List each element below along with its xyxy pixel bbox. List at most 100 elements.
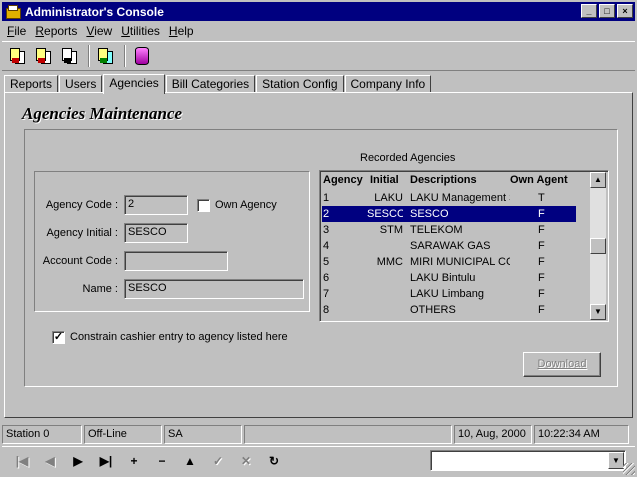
menu-bar: File Reports View Utilities Help (2, 22, 635, 40)
list-item[interactable]: 1 LAKU LAKU Management S T (322, 190, 576, 206)
nav-edit-button[interactable]: ▲ (176, 449, 204, 473)
tab-users[interactable]: Users (59, 75, 103, 93)
report-icon (35, 47, 53, 65)
row-own-agent: F (538, 256, 545, 268)
row-code: 2 (323, 208, 330, 220)
page-title: Agencies Maintenance (22, 104, 183, 123)
menu-help[interactable]: Help (164, 24, 198, 38)
tab-station-config[interactable]: Station Config (256, 75, 344, 93)
agency-code-label: Agency Code : (45, 199, 118, 211)
report-preview-icon (61, 47, 79, 65)
nav-cancel-button[interactable]: ✕ (232, 449, 260, 473)
scroll-thumb[interactable] (590, 238, 606, 254)
constrain-label: Constrain cashier entry to agency listed… (70, 331, 288, 343)
recorded-agencies-list[interactable]: Agency Initial Descriptions Own Agent 1 … (319, 170, 609, 322)
row-code: 3 (323, 224, 330, 236)
chevron-down-icon[interactable]: ▼ (608, 452, 624, 469)
row-own-agent: T (538, 192, 545, 204)
menu-reports[interactable]: Reports (30, 24, 81, 38)
report-icon (9, 47, 27, 65)
nav-first-button[interactable]: |◀ (8, 449, 36, 473)
row-code: 1 (323, 192, 330, 204)
nav-delete-button[interactable]: − (148, 449, 176, 473)
header-own-agent[interactable]: Own Agent (510, 174, 568, 186)
row-description: LAKU Management S (410, 192, 510, 204)
minimize-button[interactable]: _ (581, 4, 597, 18)
tab-reports[interactable]: Reports (4, 75, 59, 93)
maximize-button[interactable]: □ (599, 4, 615, 18)
list-item[interactable]: 7 LAKU Limbang F (322, 286, 576, 302)
navigator-combo[interactable]: ▼ (430, 450, 626, 471)
tab-strip: Reports Users Agencies Bill Categories S… (4, 73, 432, 94)
row-own-agent: F (538, 208, 545, 220)
status-mode: Off-Line (84, 425, 162, 444)
list-item[interactable]: 6 LAKU Bintulu F (322, 270, 576, 286)
toolbar (2, 41, 635, 71)
list-item-selected[interactable]: 2 SESCO SESCO F (322, 206, 576, 222)
own-agency-label: Own Agency (215, 199, 277, 211)
tab-bill-categories[interactable]: Bill Categories (165, 75, 256, 93)
row-own-agent: F (538, 240, 545, 252)
constrain-checkbox[interactable]: ✓ (52, 331, 65, 344)
list-item[interactable]: 4 SARAWAK GAS F (322, 238, 576, 254)
toolbar-database-button[interactable] (130, 44, 154, 68)
row-own-agent: F (538, 304, 545, 316)
row-description: SESCO (410, 208, 449, 220)
account-code-label: Account Code : (42, 255, 118, 267)
transfer-icon (97, 47, 115, 65)
status-bar: Station 0 Off-Line SA 10, Aug, 2000 10:2… (2, 425, 635, 444)
title-bar[interactable]: Administrator's Console _ □ × (2, 2, 635, 21)
nav-refresh-button[interactable]: ↻ (260, 449, 288, 473)
row-code: 5 (323, 256, 330, 268)
recorded-agencies-caption: Recorded Agencies (360, 152, 456, 164)
header-descriptions[interactable]: Descriptions (410, 174, 477, 186)
download-button[interactable]: Download (523, 352, 601, 377)
close-button[interactable]: × (617, 4, 633, 18)
nav-next-button[interactable]: ▶ (64, 449, 92, 473)
row-own-agent: F (538, 224, 545, 236)
nav-last-button[interactable]: ▶| (92, 449, 120, 473)
header-agency[interactable]: Agency (323, 174, 363, 186)
nav-prior-button[interactable]: ◀ (36, 449, 64, 473)
nav-post-button[interactable]: ✓ (204, 449, 232, 473)
row-code: 8 (323, 304, 330, 316)
status-station: Station 0 (2, 425, 82, 444)
row-initial: SESCO (367, 208, 403, 220)
status-blank (244, 425, 452, 444)
nav-insert-button[interactable]: + (120, 449, 148, 473)
agency-initial-field[interactable]: SESCO (124, 223, 188, 243)
tab-agencies[interactable]: Agencies (103, 74, 165, 94)
tab-company-info[interactable]: Company Info (344, 75, 432, 93)
agency-initial-label: Agency Initial : (46, 227, 118, 239)
row-code: 6 (323, 272, 330, 284)
account-code-field[interactable] (124, 251, 228, 271)
download-button-label: Download (537, 358, 587, 370)
menu-file[interactable]: File (2, 24, 30, 38)
row-own-agent: F (538, 288, 545, 300)
toolbar-report-button-2[interactable] (32, 44, 56, 68)
list-scrollbar[interactable]: ▲ ▼ (590, 172, 606, 320)
toolbar-report-button-1[interactable] (6, 44, 30, 68)
list-item[interactable]: 5 MMC MIRI MUNICIPAL CC F (322, 254, 576, 270)
list-item[interactable]: 8 OTHERS F (322, 302, 576, 318)
menu-view[interactable]: View (81, 24, 116, 38)
agency-code-field[interactable]: 2 (124, 195, 188, 215)
list-item[interactable]: 3 STM TELEKOM F (322, 222, 576, 238)
row-description: TELEKOM (410, 224, 463, 236)
row-description: LAKU Limbang (410, 288, 484, 300)
scroll-up-button[interactable]: ▲ (590, 172, 606, 188)
list-header: Agency Initial Descriptions Own Agent (322, 174, 590, 189)
toolbar-report-preview-button[interactable] (58, 44, 82, 68)
header-initial[interactable]: Initial (370, 174, 399, 186)
toolbar-separator (124, 45, 126, 67)
resize-grip[interactable] (623, 463, 635, 475)
name-field[interactable]: SESCO (124, 279, 304, 299)
row-initial: STM (379, 224, 403, 236)
row-code: 7 (323, 288, 330, 300)
row-description: SARAWAK GAS (410, 240, 491, 252)
scroll-down-button[interactable]: ▼ (590, 304, 606, 320)
menu-utilities[interactable]: Utilities (116, 24, 164, 38)
app-icon (5, 4, 21, 19)
own-agency-checkbox[interactable] (197, 199, 210, 212)
toolbar-transfer-button[interactable] (94, 44, 118, 68)
